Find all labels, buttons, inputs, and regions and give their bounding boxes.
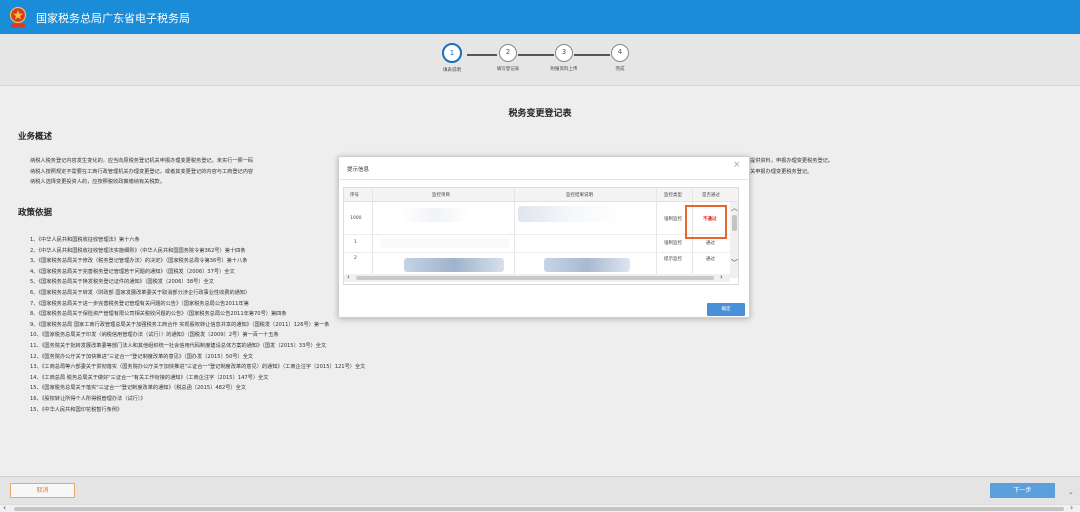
step-complete: 4 完成 <box>595 44 645 72</box>
cancel-button[interactable]: 取消 <box>10 483 75 498</box>
row-pass-status: 通过 <box>706 241 715 246</box>
site-title: 国家税务总局广东省电子税务局 <box>36 12 190 25</box>
scrollbar-thumb[interactable] <box>14 507 1064 511</box>
step-number: 3 <box>555 44 573 62</box>
step-label: 附报资料上传 <box>550 67 578 72</box>
scrollbar-thumb[interactable] <box>356 276 714 280</box>
table-vertical-scrollbar[interactable]: ︿ ﹀ <box>730 202 738 278</box>
step-number: 1 <box>442 43 462 63</box>
prompt-dialog: 提示信息 × 序号 监控项目 监控结果说明 监控类型 是否通过 1000 强制监… <box>338 156 750 318</box>
policy-item: 6、《国家税务总局关于转发〈财政部 国家发展改革委关于取消部分涉企行政事业性收费… <box>30 289 251 296</box>
next-step-button[interactable]: 下一步 <box>990 483 1055 498</box>
tax-emblem-icon <box>9 6 27 28</box>
column-header: 序号 <box>350 193 359 198</box>
column-header: 是否通过 <box>702 193 720 198</box>
row-pass-status: 通过 <box>706 257 715 262</box>
policy-item: 7、《国家税务总局关于进一步完善税务登记管理有关问题的公告》（国家税务总局公告2… <box>30 300 249 307</box>
chevron-down-icon[interactable]: ﹀ <box>731 258 738 268</box>
column-header: 监控项目 <box>432 193 450 198</box>
page-horizontal-scrollbar[interactable]: ‹ › <box>0 503 1080 512</box>
policy-item: 14、《工商总局 税务总局关于做好"三证合一"有关工作衔接的通知》（工商企注字〔… <box>30 374 269 381</box>
chevron-right-icon[interactable]: › <box>1070 503 1073 512</box>
step-fill-instructions: 1 填表说明 <box>427 43 477 73</box>
policy-item: 8、《国家税务总局关于保险资产管理有限公司相关税收问题的公告》（国家税务总局公告… <box>30 311 287 318</box>
overview-text-line: 纳税人选择变更投资人的，应按照税收政策缴纳有关税款。 <box>30 179 165 185</box>
policy-item: 4、《国家税务总局关于完善税务登记管理若干问题的通知》（国税发〔2006〕37号… <box>30 268 235 275</box>
step-number: 4 <box>611 44 629 62</box>
step-upload-attachments: 3 附报资料上传 <box>539 44 589 72</box>
row-seq: 1 <box>354 240 357 245</box>
redacted-item <box>404 258 504 272</box>
policy-item: 10、《国家税务总局关于印发〈纳税信用管理办法（试行）〉的通知》（国税发〔200… <box>30 332 279 339</box>
monitor-table: 序号 监控项目 监控结果说明 监控类型 是否通过 1000 强制监控 不通过 1… <box>343 187 739 285</box>
scrollbar-thumb[interactable] <box>732 215 737 231</box>
column-header: 监控类型 <box>664 193 682 198</box>
row-seq: 1000 <box>350 216 362 221</box>
policy-item: 5、《国家税务总局关于换发税务登记证件的通知》（国税发〔2006〕38号）全文 <box>30 279 214 286</box>
row-seq: 2 <box>354 256 357 261</box>
row-divider <box>344 234 738 235</box>
policy-item: 13、《工商总局等六部委关于贯彻落实〈国务院办公厅关于加快推进"三证合一"登记制… <box>30 364 366 371</box>
policy-list: 1、《中华人民共和国税收征收管理法》第十六条 2、《中华人民共和国税收征收管理法… <box>30 236 365 416</box>
dialog-divider <box>339 179 749 180</box>
row-type: 提示监控 <box>664 257 682 262</box>
step-fill-form: 2 填写登记表 <box>483 44 533 72</box>
policy-item: 2、《中华人民共和国税收征收管理法实施细则》（中华人民共和国国务院令第362号）… <box>30 247 246 254</box>
step-label: 填写登记表 <box>496 67 520 72</box>
redacted-item <box>380 238 510 248</box>
step-label: 填表说明 <box>443 68 461 73</box>
redacted-description <box>544 258 630 272</box>
top-header-bar: 国家税务总局广东省电子税务局 <box>0 0 1080 34</box>
policy-item: 1、《中华人民共和国税收征收管理法》第十六条 <box>30 237 140 243</box>
footer-bar: 取消 下一步 <box>0 476 1080 504</box>
redacted-description <box>518 206 622 222</box>
progress-stepper: 1 填表说明 2 填写登记表 3 附报资料上传 4 完成 <box>0 34 1080 86</box>
overview-text-tail: 提供资料，申报办理变更税务登记。 <box>750 158 834 164</box>
step-label: 完成 <box>615 67 625 72</box>
overview-text-line: 纳税人税务登记内容发生变化的，应当向原税务登记机关申报办理变更税务登记。未实行一… <box>30 158 254 164</box>
chevron-right-icon[interactable]: › <box>720 273 723 281</box>
overview-text-tail: 关申报办理变更税务登记。 <box>750 168 813 175</box>
confirm-button[interactable]: 确定 <box>707 303 745 316</box>
column-header: 监控结果说明 <box>566 193 593 198</box>
chevron-left-icon[interactable]: ‹ <box>347 273 350 281</box>
policy-item: 15、《中华人民共和国印花税暂行条例》 <box>30 406 123 413</box>
policy-item: 15、《国家税务总局关于落实"三证合一"登记制度改革的通知》（税总函〔2015〕… <box>30 385 247 392</box>
row-type: 强制监控 <box>664 217 682 222</box>
fail-highlight-box <box>685 205 727 239</box>
overview-text-line: 纳税人按照规定不需要在工商行政管理机关办理变更登记，或者其变更登记的内容与工商登… <box>30 168 254 175</box>
page-title: 税务变更登记表 <box>508 109 572 119</box>
redacted-item <box>400 208 470 222</box>
policy-item: 11、《国务院关于批转发展改革委等部门法人和其他组织统一社会信用代码制度建设总体… <box>30 342 327 349</box>
chevron-down-icon[interactable]: ⌄ <box>1068 488 1074 496</box>
chevron-up-icon[interactable]: ︿ <box>731 203 738 213</box>
policy-item: 16、《股权转让所得个人所得税管理办法（试行）》 <box>30 395 146 402</box>
policy-item: 9、《国家税务总局 国家工商行政管理总局关于加强税务工商合作 实现股权转让信息共… <box>30 321 330 328</box>
policy-item: 3、《国家税务总局关于修改〈税务登记管理办法〉的决定》（国家税务总局令第36号）… <box>30 258 248 265</box>
row-divider <box>344 252 738 253</box>
policy-item: 12、《国务院办公厅关于加快推进"三证合一"登记制度改革的意见》（国办发〔201… <box>30 353 254 360</box>
step-number: 2 <box>499 44 517 62</box>
overview-heading: 业务概述 <box>18 132 53 142</box>
chevron-left-icon[interactable]: ‹ <box>3 503 6 512</box>
close-icon[interactable]: × <box>733 160 741 170</box>
row-type: 强制监控 <box>664 241 682 246</box>
table-horizontal-scrollbar[interactable]: ‹ › <box>344 273 730 282</box>
dialog-title: 提示信息 <box>347 167 370 173</box>
policy-heading: 政策依据 <box>18 208 53 218</box>
